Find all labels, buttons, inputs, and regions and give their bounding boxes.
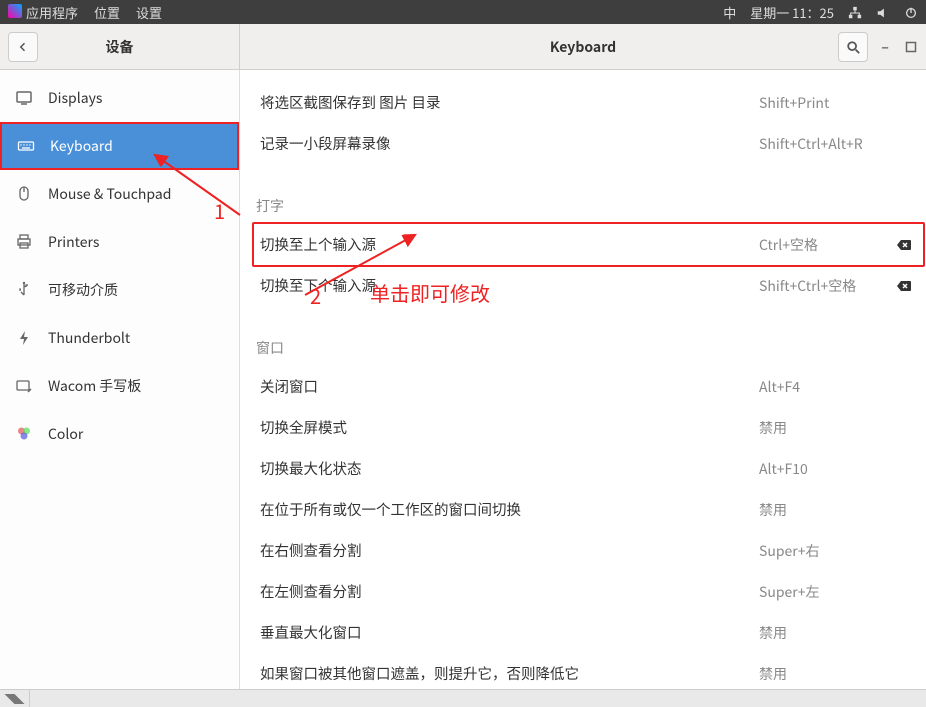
sidebar-item-color[interactable]: Color [0, 410, 239, 458]
shortcut-label: 如果窗口被其他窗口遮盖，则提升它，否则降低它 [260, 663, 759, 684]
header-left-title: 设备 [106, 37, 134, 57]
sidebar-item-wacom[interactable]: Wacom 手写板 [0, 362, 239, 410]
sidebar-label: Color [48, 424, 83, 444]
shortcut-label: 在左侧查看分割 [260, 581, 759, 602]
shortcut-key: 禁用 [759, 500, 889, 520]
content-area: Displays Keyboard Mouse & Touchpad Print… [0, 70, 926, 707]
tablet-icon [14, 376, 34, 396]
shortcut-label: 关闭窗口 [260, 376, 759, 397]
sidebar-label: Thunderbolt [48, 328, 130, 348]
shortcut-row[interactable]: 切换最大化状态Alt+F10 [254, 448, 923, 489]
shortcut-label: 切换最大化状态 [260, 458, 759, 479]
usb-icon [14, 280, 34, 300]
back-button[interactable] [8, 32, 38, 62]
sidebar-item-keyboard[interactable]: Keyboard [0, 122, 239, 170]
activities-logo[interactable]: 应用程序 [8, 3, 78, 22]
clear-shortcut-icon[interactable] [895, 277, 913, 295]
shortcut-label: 将选区截图保存到 图片 目录 [260, 92, 759, 113]
shortcut-label: 垂直最大化窗口 [260, 622, 759, 643]
shortcut-key: Super+左 [759, 582, 889, 602]
topbar-places[interactable]: 位置 [94, 3, 120, 22]
topbar-app-menu[interactable]: 设置 [136, 3, 162, 22]
section-title-window: 窗口 [254, 330, 923, 366]
headerbar: 设备 Keyboard – [0, 24, 926, 70]
network-icon[interactable] [848, 5, 862, 19]
display-icon [14, 88, 34, 108]
section-title-typing: 打字 [254, 188, 923, 224]
shortcut-key: Super+右 [759, 541, 889, 561]
shortcut-row[interactable]: 记录一小段屏幕录像 Shift+Ctrl+Alt+R [254, 123, 923, 164]
sidebar-label: 可移动介质 [48, 280, 118, 300]
sidebar-label: Printers [48, 232, 99, 252]
maximize-button[interactable] [902, 38, 920, 56]
color-icon [14, 424, 34, 444]
shortcut-row[interactable]: 在左侧查看分割Super+左 [254, 571, 923, 612]
sidebar-label: Mouse & Touchpad [48, 184, 171, 204]
sidebar: Displays Keyboard Mouse & Touchpad Print… [0, 70, 240, 707]
sidebar-label: Displays [48, 88, 102, 108]
shortcut-key: Alt+F10 [759, 459, 889, 479]
shortcut-row[interactable]: 垂直最大化窗口禁用 [254, 612, 923, 653]
shortcut-key: Shift+Ctrl+Alt+R [759, 134, 889, 154]
shortcut-key: 禁用 [759, 664, 889, 684]
clock[interactable]: 星期一 11：25 [750, 3, 834, 22]
shortcut-row[interactable]: 切换全屏模式禁用 [254, 407, 923, 448]
shortcut-row[interactable]: 在位于所有或仅一个工作区的窗口间切换禁用 [254, 489, 923, 530]
shortcut-key: Shift+Ctrl+空格 [759, 276, 889, 296]
shortcut-label: 在右侧查看分割 [260, 540, 759, 561]
search-button[interactable] [838, 32, 868, 62]
sidebar-label: Keyboard [50, 136, 113, 156]
shortcut-row-prev-input-source[interactable]: 切换至上个输入源 Ctrl+空格 [252, 222, 925, 267]
header-right-title: Keyboard [550, 37, 616, 57]
shortcut-label: 在位于所有或仅一个工作区的窗口间切换 [260, 499, 759, 520]
shortcut-row-next-input-source[interactable]: 切换至下个输入源 Shift+Ctrl+空格 [254, 265, 923, 306]
shortcut-key: Shift+Print [759, 93, 889, 113]
system-topbar: 应用程序 位置 设置 中 星期一 11：25 [0, 0, 926, 24]
power-icon[interactable] [904, 5, 918, 19]
shortcut-label: 切换全屏模式 [260, 417, 759, 438]
keyboard-icon [16, 136, 36, 156]
shortcut-key: Ctrl+空格 [759, 235, 889, 255]
sidebar-item-thunderbolt[interactable]: Thunderbolt [0, 314, 239, 362]
volume-icon[interactable] [876, 5, 890, 19]
thunderbolt-icon [14, 328, 34, 348]
sidebar-item-removable[interactable]: 可移动介质 [0, 266, 239, 314]
sidebar-label: Wacom 手写板 [48, 376, 141, 396]
shortcut-row[interactable]: 如果窗口被其他窗口遮盖，则提升它，否则降低它禁用 [254, 653, 923, 694]
shortcut-row[interactable]: 关闭窗口Alt+F4 [254, 366, 923, 407]
shortcut-row[interactable]: 将选区截图保存到 图片 目录 Shift+Print [254, 82, 923, 123]
sidebar-item-printers[interactable]: Printers [0, 218, 239, 266]
clear-shortcut-icon[interactable] [895, 236, 913, 254]
shortcut-key: 禁用 [759, 418, 889, 438]
mouse-icon [14, 184, 34, 204]
printer-icon [14, 232, 34, 252]
bottom-panel: ◥◣ [0, 689, 926, 707]
shortcut-row[interactable]: 在右侧查看分割Super+右 [254, 530, 923, 571]
shortcut-label: 切换至上个输入源 [260, 234, 759, 255]
bottom-panel-tray[interactable]: ◥◣ [0, 690, 30, 707]
shortcut-key: Alt+F4 [759, 377, 889, 397]
shortcut-key: 禁用 [759, 623, 889, 643]
shortcut-label: 记录一小段屏幕录像 [260, 133, 759, 154]
sidebar-item-mouse[interactable]: Mouse & Touchpad [0, 170, 239, 218]
shortcut-label: 切换至下个输入源 [260, 275, 759, 296]
main-panel[interactable]: 将选区截图保存到 图片 目录 Shift+Print 记录一小段屏幕录像 Shi… [240, 70, 926, 707]
sidebar-item-displays[interactable]: Displays [0, 74, 239, 122]
input-method-indicator[interactable]: 中 [723, 3, 736, 22]
minimize-button[interactable]: – [876, 38, 894, 56]
